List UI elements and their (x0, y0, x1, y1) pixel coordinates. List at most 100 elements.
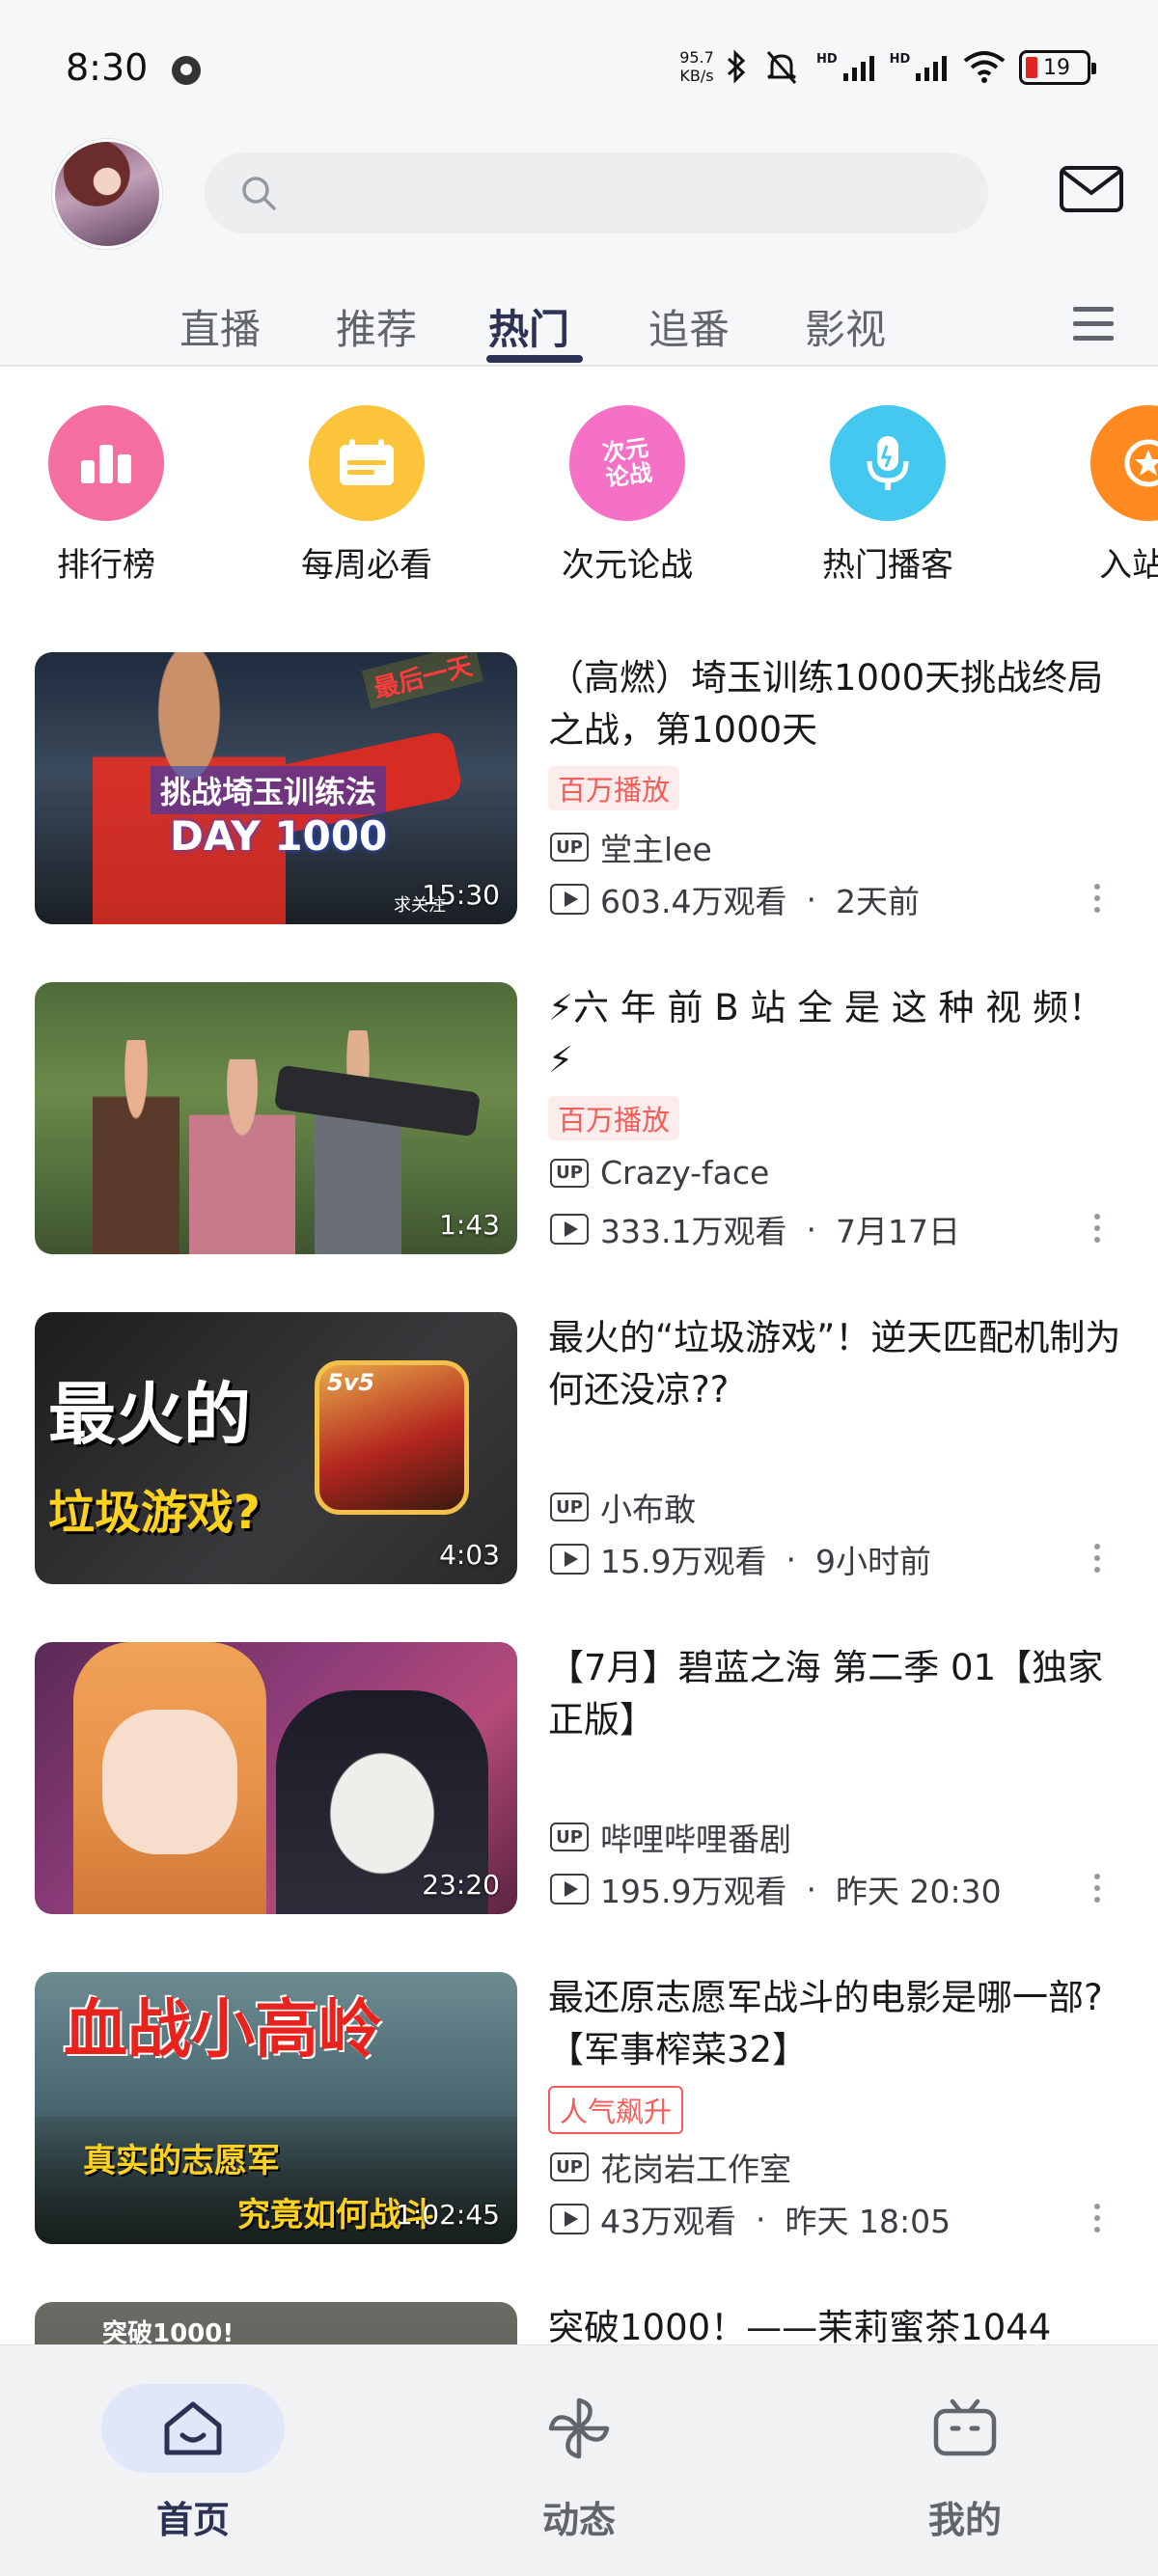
debate-icon-text: 次元 论战 (600, 433, 654, 493)
active-tab-indicator (486, 355, 583, 363)
thumbnail-text: 突破1000! (102, 2319, 234, 2346)
thumbnail-text: 垃圾游戏? (48, 1486, 261, 1540)
tv-icon (873, 2384, 1057, 2473)
video-title[interactable]: 最还原志愿军战斗的电影是哪一部?【军事榨菜32】 (548, 1972, 1127, 2076)
tab-live[interactable]: 直播 (179, 297, 261, 356)
thumbnail-text: 最火的 (48, 1375, 251, 1454)
quick-entry-label: 入站必 (1099, 546, 1158, 585)
quick-entry-podcast[interactable]: 热门播客 (791, 405, 984, 586)
uploader-row[interactable]: UP 小布敢 (550, 1484, 696, 1530)
network-speed: 95.7 KB/s (670, 48, 724, 85)
more-options-icon[interactable] (1094, 1874, 1102, 1912)
video-card[interactable]: 血战小高岭 真实的志愿军 究竟如何战斗 1:02:45 最还原志愿军战斗的电影是… (0, 1972, 1158, 2244)
battery-level: 19 (1043, 55, 1070, 80)
bottom-navigation: 首页 动态 我的 (0, 2344, 1158, 2576)
thumbnail-person (315, 1030, 401, 1254)
uploader-row[interactable]: UP 堂主lee (550, 824, 712, 870)
bluetooth-icon (727, 49, 746, 84)
uploader-icon: UP (550, 1822, 589, 1851)
signal-strength-1-icon: HD (816, 52, 874, 81)
header-divider (0, 365, 1158, 367)
video-card[interactable]: 突破1000! 突破1000！——茉莉蜜茶1044 (0, 2302, 1158, 2346)
popularity-badge: 百万播放 (548, 766, 680, 810)
uploader-row[interactable]: UP 哔哩哔哩番剧 (550, 1814, 791, 1860)
video-thumbnail[interactable]: 23:20 (35, 1642, 517, 1914)
separator: · (756, 2200, 766, 2238)
video-duration: 23:20 (422, 1869, 500, 1901)
quick-entry-label: 每周必看 (301, 546, 432, 585)
view-count: 195.9万观看 (600, 1873, 787, 1910)
uploader-row[interactable]: UP 花岗岩工作室 (550, 2144, 791, 2190)
video-thumbnail[interactable]: 最火的 垃圾游戏? 5v5 4:03 (35, 1312, 517, 1584)
play-count-icon (550, 1214, 589, 1245)
tab-anime[interactable]: 追番 (648, 297, 730, 356)
mail-icon[interactable] (1058, 162, 1125, 216)
status-icons: HD HD (726, 46, 1006, 87)
video-thumbnail[interactable]: 1:43 (35, 982, 517, 1254)
more-options-icon[interactable] (1094, 1214, 1102, 1252)
nav-home[interactable]: 首页 (77, 2384, 309, 2543)
nav-label: 首页 (155, 2499, 230, 2541)
video-meta: 195.9万观看 · 昨天 20:30 (550, 1866, 1002, 1912)
publish-time: 2天前 (835, 883, 920, 920)
video-thumbnail[interactable]: 突破1000! (35, 2302, 517, 2346)
view-count: 43万观看 (600, 2203, 736, 2240)
publish-time: 昨天 18:05 (785, 2203, 951, 2240)
quick-entry-ranking[interactable]: 排行榜 (10, 405, 203, 586)
quick-entries: 排行榜 每周必看 次元 论战 次元论战 热门播客 入站必 (0, 405, 1158, 598)
uploader-name: 花岗岩工作室 (600, 2151, 791, 2188)
video-duration: 4:03 (439, 1539, 500, 1571)
tab-hot[interactable]: 热门 (488, 297, 569, 356)
video-card[interactable]: 最火的 垃圾游戏? 5v5 4:03 最火的“垃圾游戏”！逆天匹配机制为何还没凉… (0, 1312, 1158, 1584)
separator: · (786, 1540, 796, 1578)
nav-label: 我的 (927, 2499, 1002, 2541)
video-card[interactable]: 23:20 【7月】碧蓝之海 第二季 01【独家正版】 UP 哔哩哔哩番剧 19… (0, 1642, 1158, 1914)
quick-entry-must-see[interactable]: 入站必 (1052, 405, 1158, 586)
video-title[interactable]: 【7月】碧蓝之海 第二季 01【独家正版】 (548, 1642, 1127, 1746)
separator: · (806, 1870, 816, 1908)
play-count-icon (550, 884, 589, 915)
thumbnail-text: 血战小高岭 (64, 1992, 382, 2067)
header: 直播 推荐 热门 追番 影视 (0, 135, 1158, 367)
quick-entry-weekly[interactable]: 每周必看 (270, 405, 463, 586)
nav-mine[interactable]: 我的 (849, 2384, 1081, 2543)
search-input[interactable] (205, 152, 988, 233)
video-title[interactable]: ⚡六 年 前 B 站 全 是 这 种 视 频！⚡ (548, 982, 1127, 1086)
signal-1-hd-label: HD (816, 52, 838, 67)
separator: · (806, 880, 816, 918)
thumbnail-face (102, 1710, 237, 1854)
video-card[interactable]: 1:43 ⚡六 年 前 B 站 全 是 这 种 视 频！⚡ 百万播放 UP Cr… (0, 982, 1158, 1254)
video-duration: 15:30 (422, 879, 500, 911)
quick-entry-debate[interactable]: 次元 论战 次元论战 (531, 405, 724, 586)
more-options-icon[interactable] (1094, 884, 1102, 922)
search-icon (242, 177, 276, 210)
popularity-badge: 百万播放 (548, 1096, 680, 1140)
thumbnail-person (93, 1040, 179, 1254)
uploader-row[interactable]: UP Crazy-face (550, 1154, 769, 1192)
video-meta: 603.4万观看 · 2天前 (550, 876, 920, 922)
channel-tabs: 直播 推荐 热门 追番 影视 (0, 289, 1158, 367)
uploader-icon: UP (550, 2152, 589, 2181)
video-meta: 15.9万观看 · 9小时前 (550, 1536, 931, 1582)
play-count-icon (550, 2204, 589, 2234)
signal-2-hd-label: HD (889, 52, 911, 67)
ranking-icon (48, 405, 164, 521)
avatar[interactable] (52, 139, 162, 249)
video-title[interactable]: 突破1000！——茉莉蜜茶1044 (548, 2302, 1127, 2346)
video-thumbnail[interactable]: 血战小高岭 真实的志愿军 究竟如何战斗 1:02:45 (35, 1972, 517, 2244)
tab-recommend[interactable]: 推荐 (336, 297, 417, 356)
play-count-icon (550, 1874, 589, 1905)
video-title[interactable]: 最火的“垃圾游戏”！逆天匹配机制为何还没凉?? (548, 1312, 1127, 1416)
more-options-icon[interactable] (1094, 2204, 1102, 2242)
video-title[interactable]: （高燃）埼玉训练1000天挑战终局之战，第1000天 (548, 652, 1127, 756)
separator: · (806, 1210, 816, 1248)
nav-dynamic[interactable]: 动态 (463, 2384, 695, 2543)
thumbnail-text: 真实的志愿军 (83, 2142, 280, 2180)
video-card[interactable]: 最后一天 挑战埼玉训练法 DAY 1000 求关注 15:30 （高燃）埼玉训练… (0, 652, 1158, 924)
more-options-icon[interactable] (1094, 1544, 1102, 1582)
tab-film[interactable]: 影视 (805, 297, 886, 356)
video-thumbnail[interactable]: 最后一天 挑战埼玉训练法 DAY 1000 求关注 15:30 (35, 652, 517, 924)
uploader-name: 哔哩哔哩番剧 (600, 1821, 791, 1858)
uploader-name: 堂主lee (600, 831, 712, 868)
menu-icon[interactable] (1073, 307, 1114, 345)
